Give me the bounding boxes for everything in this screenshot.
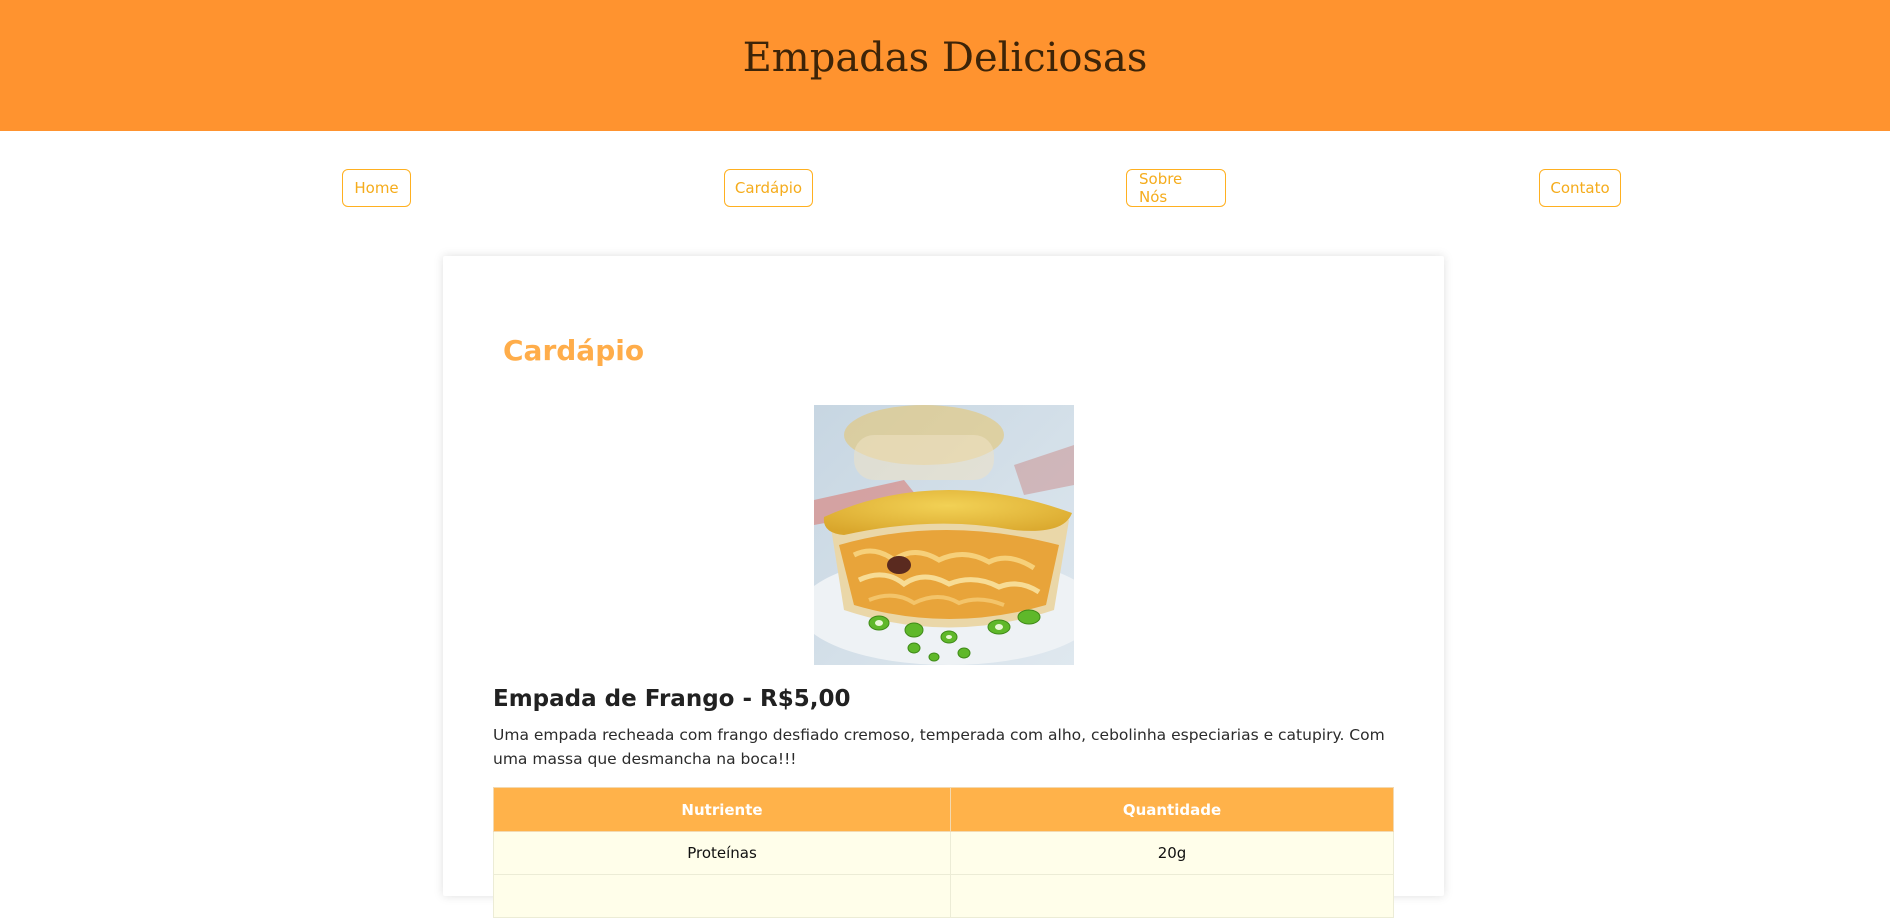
table-cell: 20g	[950, 831, 1394, 875]
nav-sobre-nos-button[interactable]: Sobre Nós	[1126, 169, 1226, 207]
table-row	[493, 874, 1394, 918]
table-header-row: Nutriente Quantidade	[493, 787, 1394, 832]
nav-contato-button[interactable]: Contato	[1539, 169, 1621, 207]
table-row: Proteínas 20g	[493, 831, 1394, 875]
table-cell	[950, 874, 1394, 918]
site-header: Empadas Deliciosas	[0, 0, 1890, 131]
nutrition-table: Nutriente Quantidade Proteínas 20g	[493, 787, 1394, 918]
table-cell	[493, 874, 951, 918]
product-description: Uma empada recheada com frango desfiado …	[493, 726, 1385, 768]
table-cell: Proteínas	[493, 831, 951, 875]
nav-home-button[interactable]: Home	[342, 169, 411, 207]
section-title: Cardápio	[503, 334, 645, 367]
nav-cardapio-button[interactable]: Cardápio	[724, 169, 813, 207]
chicken-empada-image	[814, 405, 1074, 665]
column-header-quantidade: Quantidade	[950, 787, 1394, 832]
column-header-nutriente: Nutriente	[493, 787, 951, 832]
product-name: Empada de Frango - R$5,00	[493, 686, 851, 712]
menu-card: Cardápio Empada de Frango - R$5,00 Uma e…	[443, 256, 1444, 918]
site-title: Empadas Deliciosas	[742, 34, 1148, 81]
